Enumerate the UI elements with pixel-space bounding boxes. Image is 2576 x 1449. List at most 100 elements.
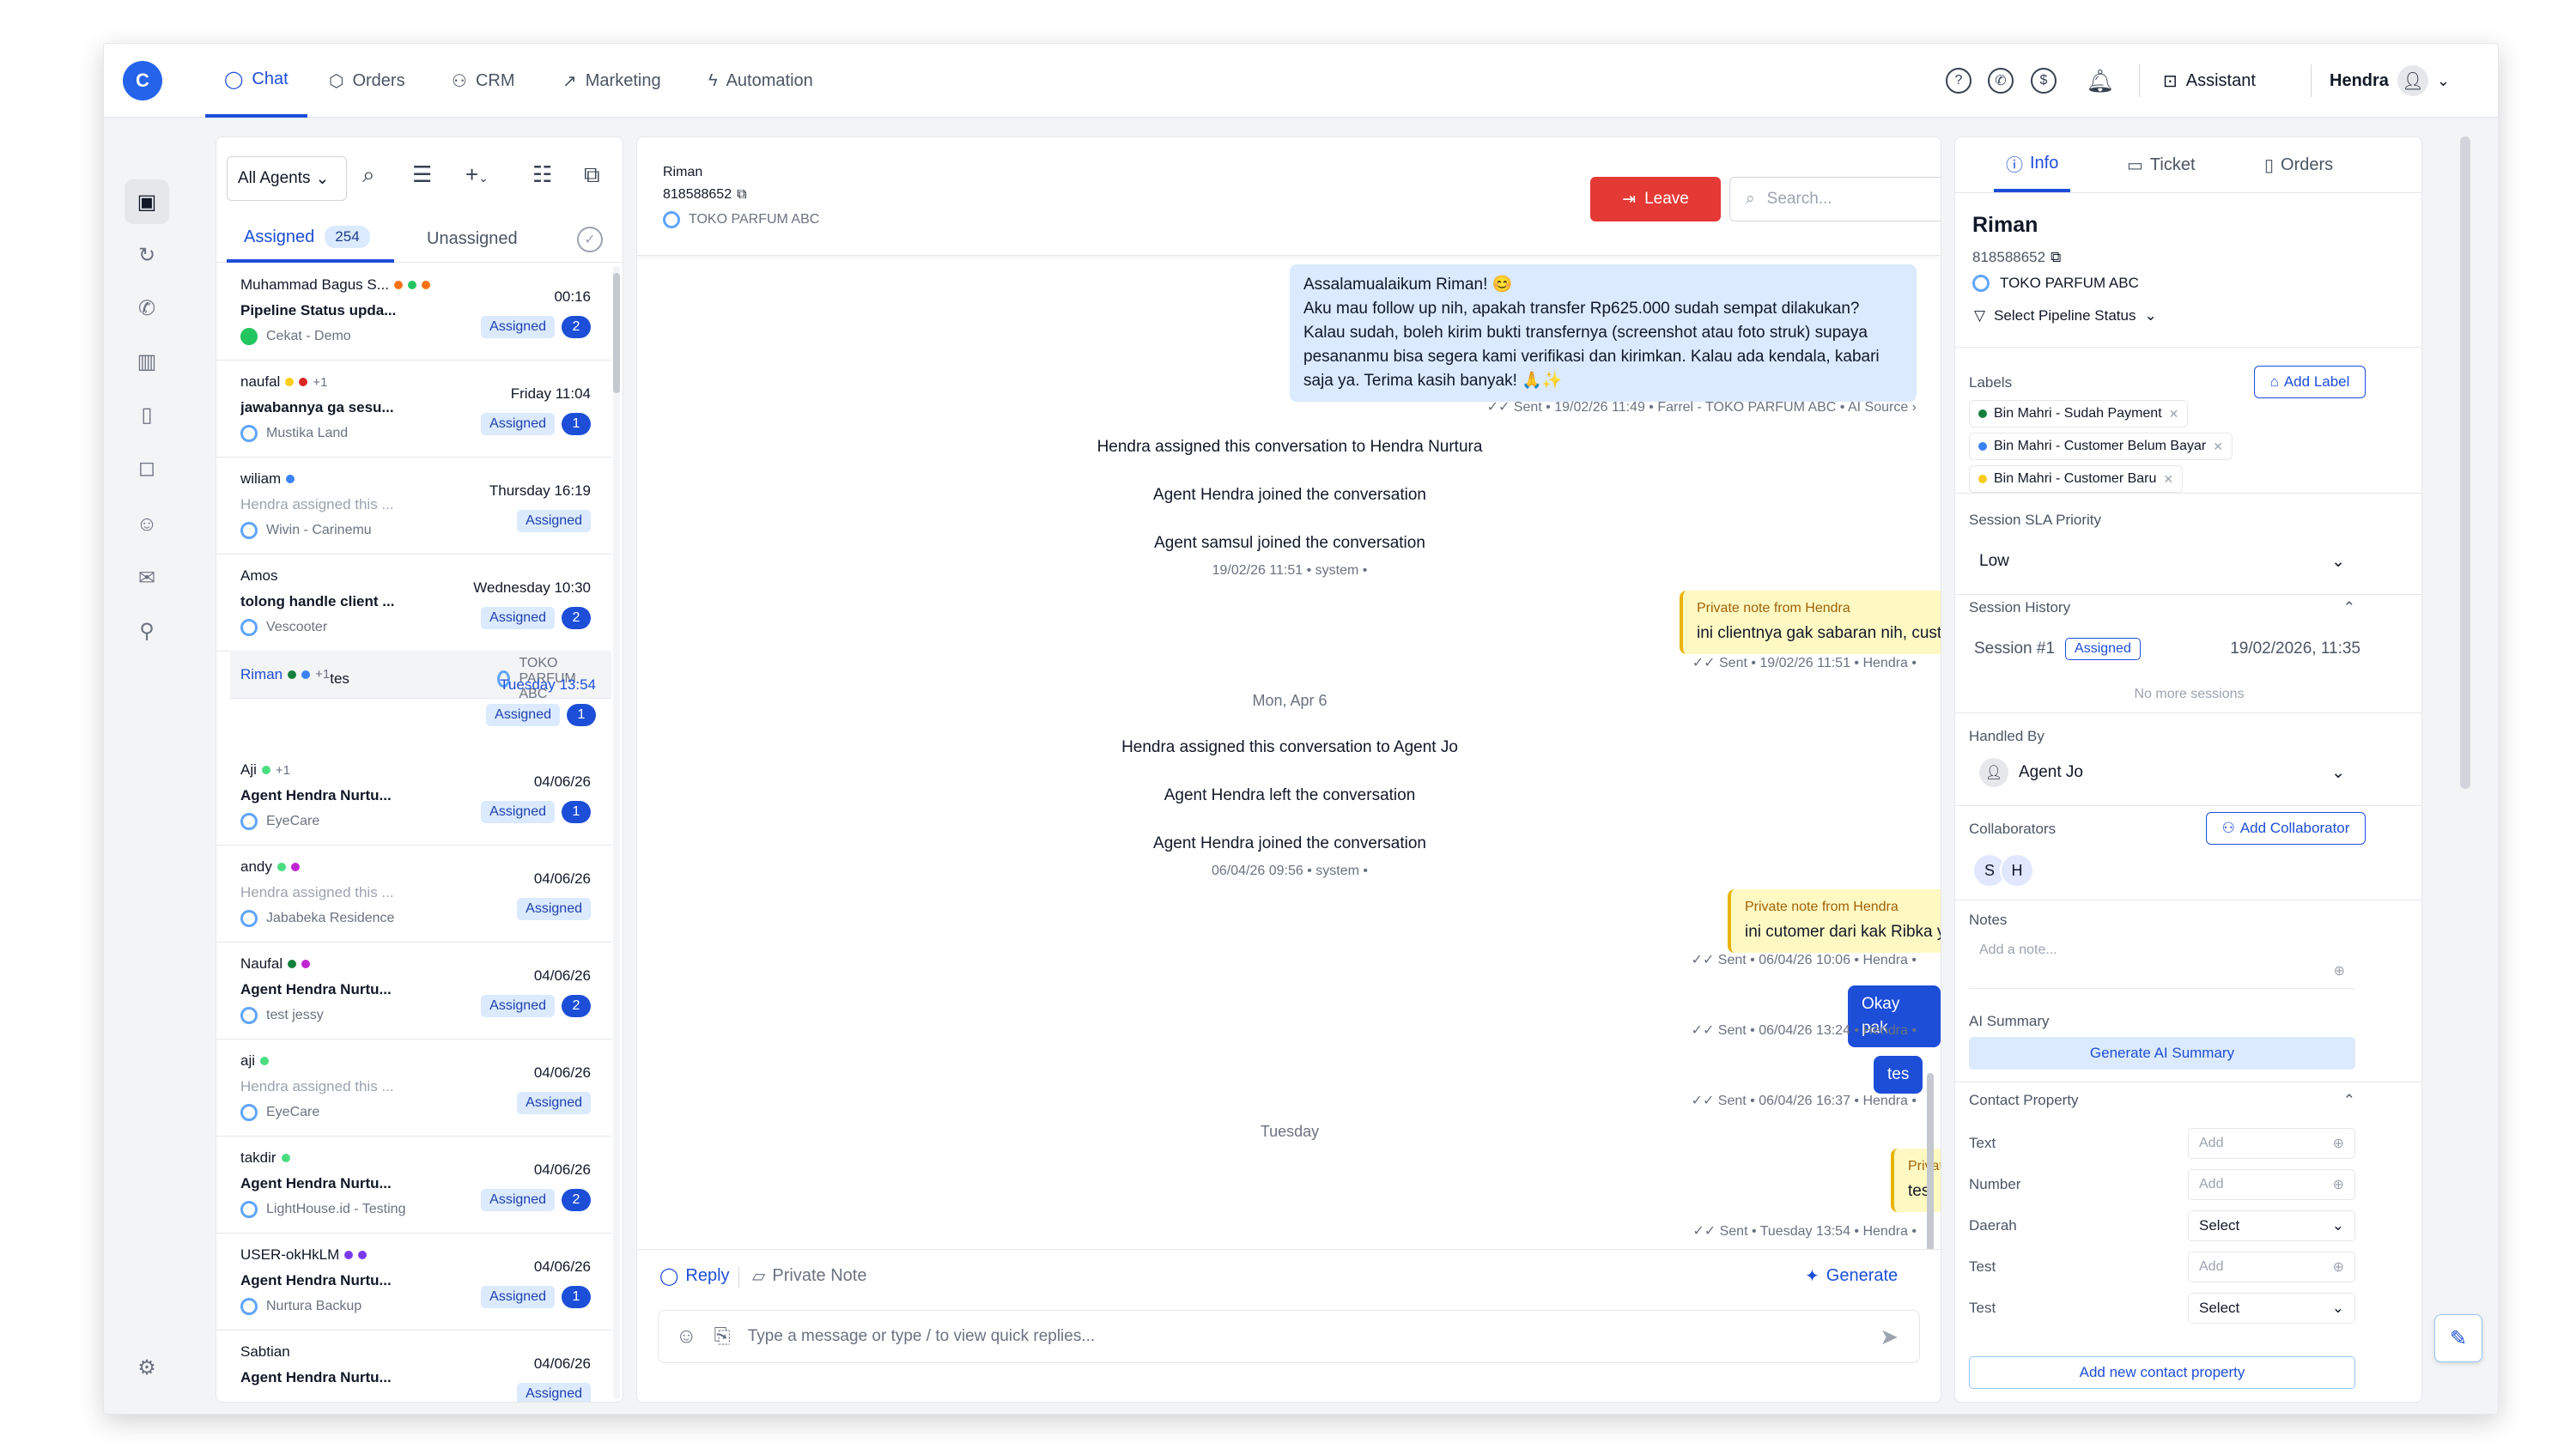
copy-icon[interactable]: ⧉ [2050,249,2061,266]
attach-icon[interactable]: ⎘ [714,1325,731,1349]
conversation-preview: Agent Hendra Nurtu... [240,1272,392,1288]
tab-info[interactable]: ⓘ Info [1994,137,2071,192]
whatsapp-icon[interactable]: ✆ [1988,68,2014,94]
label-chip[interactable]: Bin Mahri - Customer Belum Bayar ✕ [1969,433,2233,460]
assistant-button[interactable]: ⊡ Assistant [2163,44,2256,118]
conversations-icon[interactable]: ▣ [125,179,169,224]
conversation-item[interactable]: aji Hendra assigned this ... EyeCare 04/06/… [216,1039,611,1137]
message-input[interactable]: ☺ ⎘ Type a message or type / to view quick… [658,1310,1920,1363]
nav-chat[interactable]: ◯ Chat [205,44,307,118]
filter-icon[interactable]: ☰ [412,161,432,188]
generate-button[interactable]: ✦ Generate [1805,1265,1898,1287]
send-icon[interactable]: ➤ [1880,1324,1899,1350]
bot-icon[interactable]: ☺ [125,502,169,547]
tab-assigned[interactable]: Assigned 254 [227,215,394,263]
close-icon[interactable]: ✕ [2213,440,2223,454]
assigned-count-badge: 254 [325,226,370,248]
scrollbar-thumb[interactable] [613,273,620,393]
help-icon[interactable]: ? [1946,68,1971,94]
close-icon[interactable]: ✕ [2163,472,2173,487]
search-icon[interactable]: ⌕ [362,161,375,189]
check-circle-icon[interactable]: ✓ [577,227,603,252]
conversation-item[interactable]: naufal +1 jawabannya ga sesu... Mustika Lan… [216,360,611,458]
conversation-status: Assigned 1 [481,1286,591,1308]
analytics-icon[interactable]: ▥ [125,339,169,384]
org-chart-icon[interactable]: ⚲ [125,609,169,653]
conversation-item[interactable]: Riman +1 tes TOKO PARFUM ABC Tuesday 13:54 As… [230,651,611,726]
user-menu[interactable]: Hendra 👤︎ ⌄ [2330,44,2450,118]
conversation-item[interactable]: USER-okHkLM Agent Hendra Nurtu... Nurtura … [216,1233,611,1331]
conversation-item[interactable]: andy Hendra assigned this ... Jababeka Res… [216,845,611,943]
contact-name: Riman [1972,213,2038,237]
property-input[interactable]: Add ⊕ [2188,1252,2355,1282]
close-icon[interactable]: ✕ [2169,407,2179,421]
conversation-item[interactable]: takdir Agent Hendra Nurtu... LightHouse.id… [216,1136,611,1234]
emoji-icon[interactable]: ☺ [676,1325,697,1349]
nav-automation[interactable]: ϟ Automation [708,44,813,118]
property-input[interactable]: Select ⌄ [2188,1210,2355,1241]
notes-input[interactable]: Add a note... ⊕ [1969,934,2355,989]
tab-unassigned[interactable]: Unassigned [427,215,518,263]
conversation-item[interactable]: Sabtian Agent Hendra Nurtu... 04/06/26 Assi… [216,1330,611,1402]
property-input[interactable]: Add ⊕ [2188,1169,2355,1200]
bell-icon[interactable]: 🔔︎ [2087,68,2115,94]
label-chip[interactable]: Bin Mahri - Sudah Payment ✕ [1969,400,2189,427]
tab-ticket[interactable]: ▭ Ticket [2127,137,2196,192]
generate-ai-summary-button[interactable]: Generate AI Summary [1969,1037,2355,1070]
nav-marketing[interactable]: ↗ Marketing [562,44,661,118]
settings-icon[interactable]: ⚙ [125,1345,169,1390]
broadcast-icon[interactable]: ✉ [125,555,169,600]
contact-name: Riman [663,165,703,179]
conversation-item[interactable]: Muhammad Bagus S... Pipeline Status upda.… [216,263,611,361]
inbox-icon [240,619,258,636]
property-value: Add [2199,1259,2224,1274]
history-icon[interactable]: ↻ [125,233,169,277]
private-note-tab[interactable]: ▱ Private Note [752,1265,866,1287]
leave-button[interactable]: ⇥ Leave [1590,177,1721,221]
feedback-icon[interactable]: ✎ [2434,1314,2482,1362]
notes-title: Notes [1969,912,2008,928]
system-event: Agent samsul joined the conversation [1154,534,1425,552]
property-input[interactable]: Add ⊕ [2188,1128,2355,1159]
conversation-item[interactable]: Amos tolong handle client ... Vescooter Wed… [216,554,611,652]
handled-by-select[interactable]: 👤︎ Agent Jo ⌄ [1969,749,2355,797]
add-collaborator-button[interactable]: ⚇ Add Collaborator [2206,812,2366,845]
status-badge: Assigned [481,607,555,629]
collaborators-title: Collaborators [1969,821,2057,837]
message-icon[interactable]: ◻ [125,446,169,490]
compose-icon[interactable]: ⧉ [584,161,600,189]
pipeline-status-select[interactable]: ▽ Select Pipeline Status ⌄ [1974,307,2157,324]
chat-search-input[interactable]: ⌕ Search... [1729,177,1941,221]
session-history-header[interactable]: Session History ⌃ [1969,599,2355,616]
reply-tab[interactable]: ◯ Reply [659,1265,730,1287]
agent-filter-select[interactable]: All Agents ⌄ [227,156,347,201]
extra-count: +1 [313,374,328,390]
property-input[interactable]: Select ⌄ [2188,1293,2355,1324]
label-chip[interactable]: Bin Mahri - Customer Baru ✕ [1969,465,2184,493]
copy-icon[interactable]: ⧉ [737,187,746,203]
chevron-down-icon: ⌄ [2331,552,2345,571]
avatar[interactable]: H [2000,853,2034,888]
session-row[interactable]: Session #1 Assigned 19/02/2026, 11:35 [1974,634,2360,664]
add-icon[interactable]: +⌄ [465,161,489,188]
app-window: C ◯ Chat ⬡ Orders ⚇ CRM ↗ Marketing ϟ Automat… [103,43,2499,1415]
add-label-button[interactable]: ⌂ Add Label [2254,366,2366,398]
label-dot [301,670,311,679]
add-circle-icon[interactable]: ⊕ [2334,962,2345,979]
book-icon[interactable]: ▯ [125,392,169,437]
system-event: Hendra assigned this conversation to Age… [1121,738,1458,756]
contact-property-header[interactable]: Contact Property ⌃ [1969,1092,2355,1109]
nav-crm[interactable]: ⚇ CRM [452,44,514,118]
search-placeholder: Search... [1766,190,1832,208]
phone-icon[interactable]: ✆ [125,286,169,330]
nav-orders[interactable]: ⬡ Orders [329,44,405,118]
right-scrollbar[interactable] [2460,136,2470,789]
sla-priority-select[interactable]: Low ⌄ [1969,537,2355,585]
checklist-icon[interactable]: ☷ [532,161,552,188]
add-contact-property-button[interactable]: Add new contact property [1969,1356,2355,1389]
conversation-item[interactable]: wiliam Hendra assigned this ... Wivin - Ca… [216,457,611,555]
conversation-item[interactable]: Naufal Agent Hendra Nurtu... test jessy 04/… [216,942,611,1040]
tab-orders[interactable]: ▯ Orders [2264,137,2333,192]
billing-icon[interactable]: $ [2031,68,2057,94]
conversation-item[interactable]: Aji +1 Agent Hendra Nurtu... EyeCare 04/06/2… [216,748,611,846]
